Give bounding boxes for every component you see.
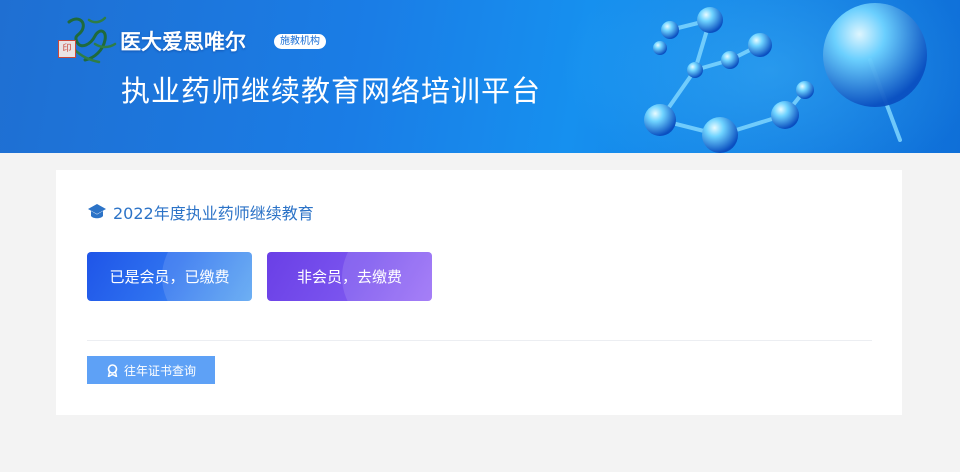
section-title: 2022年度执业药师继续教育 <box>113 204 314 223</box>
section-header: 2022年度执业药师继续教育 <box>87 200 314 224</box>
graduation-cap-icon <box>88 204 106 219</box>
nonmember-pay-button[interactable]: 非会员，去缴费 <box>267 252 432 301</box>
platform-title: 执业药师继续教育网络培训平台 <box>121 74 542 108</box>
header-banner: 印 医大爱思唯尔 施教机构 执业药师继续教育网络培训平台 <box>0 0 960 153</box>
member-paid-button[interactable]: 已是会员，已缴费 <box>87 252 252 301</box>
certificate-query-button[interactable]: 往年证书查询 <box>87 356 215 384</box>
brand-badge: 施教机构 <box>274 34 326 49</box>
brand-seal-icon: 印 <box>58 40 76 58</box>
button-highlight <box>162 252 252 301</box>
molecule-decoration <box>644 3 927 153</box>
main-card: 2022年度执业药师继续教育 已是会员，已缴费 非会员，去缴费 往年证书查询 <box>56 170 902 415</box>
award-icon <box>107 363 118 377</box>
divider <box>87 340 872 341</box>
button-highlight <box>342 252 432 301</box>
certificate-query-label: 往年证书查询 <box>123 363 196 378</box>
brand-name: 医大爱思唯尔 <box>120 29 246 54</box>
